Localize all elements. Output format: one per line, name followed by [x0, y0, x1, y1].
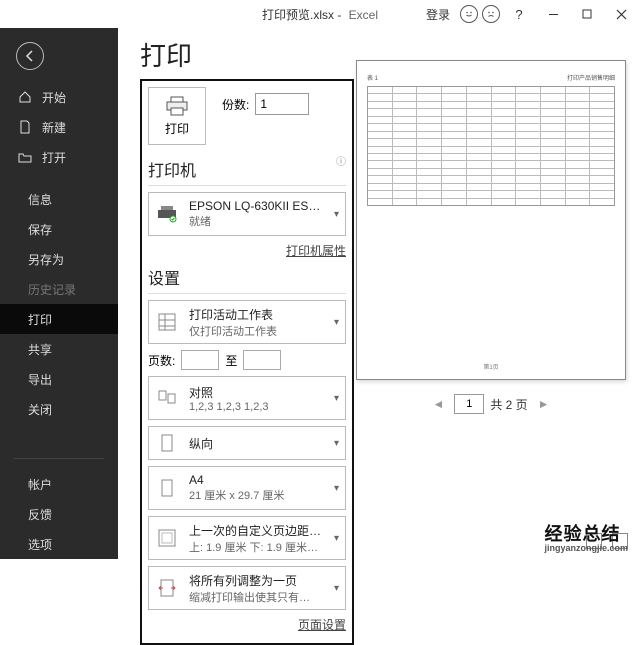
login-link[interactable]: 登录: [426, 6, 450, 23]
preview-table: [367, 86, 615, 206]
zoom-to-page-button[interactable]: [612, 533, 628, 549]
printer-icon: [165, 96, 189, 116]
orientation-selector[interactable]: 纵向 ▾: [148, 426, 346, 460]
page-navigator: ◄ 共 2 页 ►: [356, 394, 626, 414]
pages-label: 页数:: [148, 352, 175, 369]
pages-from-input[interactable]: [181, 350, 219, 370]
sidebar-item-info[interactable]: 信息: [0, 184, 118, 214]
print-panel: 打印 份数: 打印机 ⓘ EPSON LQ-630KII ESC…就绪 ▾: [140, 79, 354, 645]
sidebar-item-feedback[interactable]: 反馈: [0, 499, 118, 529]
margins-selector[interactable]: 上一次的自定义页边距…上: 1.9 厘米 下: 1.9 厘米… ▾: [148, 516, 346, 560]
close-button[interactable]: [606, 0, 636, 28]
scaling-selector[interactable]: 将所有列调整为一页缩减打印输出使其只有… ▾: [148, 566, 346, 610]
preview-page: 表 1 打印产品销售明细: [356, 60, 626, 380]
file-name: 打印预览.xlsx: [262, 8, 334, 22]
preview-footer: 第1页: [357, 362, 625, 371]
chevron-down-icon: ▾: [332, 583, 341, 594]
printer-properties-link[interactable]: 打印机属性: [148, 242, 346, 259]
printer-device-icon: [153, 205, 181, 223]
sidebar-item-close[interactable]: 关闭: [0, 394, 118, 424]
minimize-button[interactable]: [538, 0, 568, 28]
printer-section-title: 打印机: [148, 157, 196, 181]
next-page-button[interactable]: ►: [534, 397, 554, 411]
pages-to-input[interactable]: [243, 350, 281, 370]
sidebar-item-export[interactable]: 导出: [0, 364, 118, 394]
help-button[interactable]: ?: [504, 0, 534, 28]
sidebar-item-save[interactable]: 保存: [0, 214, 118, 244]
sheet-icon: [153, 312, 181, 332]
backstage-sidebar: 开始 新建 打开 信息 保存 另存为 历史记录 打印 共享 导出 关闭 帐户 反…: [0, 28, 118, 559]
paper-selector[interactable]: A421 厘米 x 29.7 厘米 ▾: [148, 466, 346, 510]
page-total: 共 2 页: [490, 396, 527, 413]
app-name: Excel: [349, 8, 378, 22]
smile-icon[interactable]: [460, 5, 478, 23]
maximize-button[interactable]: [572, 0, 602, 28]
print-what-selector[interactable]: 打印活动工作表仅打印活动工作表 ▾: [148, 300, 346, 344]
portrait-icon: [153, 433, 181, 453]
paper-icon: [153, 478, 181, 498]
sidebar-item-saveas[interactable]: 另存为: [0, 244, 118, 274]
page-title: 打印: [140, 36, 338, 73]
new-icon: [18, 120, 32, 134]
sidebar-item-open[interactable]: 打开: [0, 142, 118, 172]
title-bar: 打印预览.xlsx - Excel 登录 ?: [0, 0, 640, 28]
sidebar-item-history[interactable]: 历史记录: [0, 274, 118, 304]
open-icon: [18, 150, 32, 164]
collate-selector[interactable]: 对照1,2,3 1,2,3 1,2,3 ▾: [148, 376, 346, 420]
copies-input[interactable]: [255, 93, 309, 115]
prev-page-button[interactable]: ◄: [428, 397, 448, 411]
collate-icon: [153, 388, 181, 408]
show-margins-button[interactable]: [586, 533, 602, 549]
preview-header-left: 表 1: [367, 73, 378, 82]
printer-selector[interactable]: EPSON LQ-630KII ESC…就绪 ▾: [148, 192, 346, 236]
sidebar-item-print[interactable]: 打印: [0, 304, 118, 334]
sidebar-item-options[interactable]: 选项: [0, 529, 118, 559]
home-icon: [18, 90, 32, 104]
sidebar-item-new[interactable]: 新建: [0, 112, 118, 142]
print-button[interactable]: 打印: [148, 87, 206, 145]
preview-header-right: 打印产品销售明细: [567, 73, 615, 82]
sidebar-item-home[interactable]: 开始: [0, 82, 118, 112]
margins-icon: [153, 528, 181, 548]
sidebar-item-share[interactable]: 共享: [0, 334, 118, 364]
print-preview-area: 表 1 打印产品销售明细: [338, 28, 640, 559]
page-setup-link[interactable]: 页面设置: [148, 616, 346, 633]
frown-icon[interactable]: [482, 5, 500, 23]
back-button[interactable]: [16, 42, 44, 70]
copies-label: 份数:: [222, 96, 249, 113]
page-number-input[interactable]: [454, 394, 484, 414]
fit-columns-icon: [153, 578, 181, 598]
pages-to-label: 至: [225, 352, 237, 369]
settings-section-title: 设置: [148, 265, 346, 289]
sidebar-item-account[interactable]: 帐户: [0, 469, 118, 499]
